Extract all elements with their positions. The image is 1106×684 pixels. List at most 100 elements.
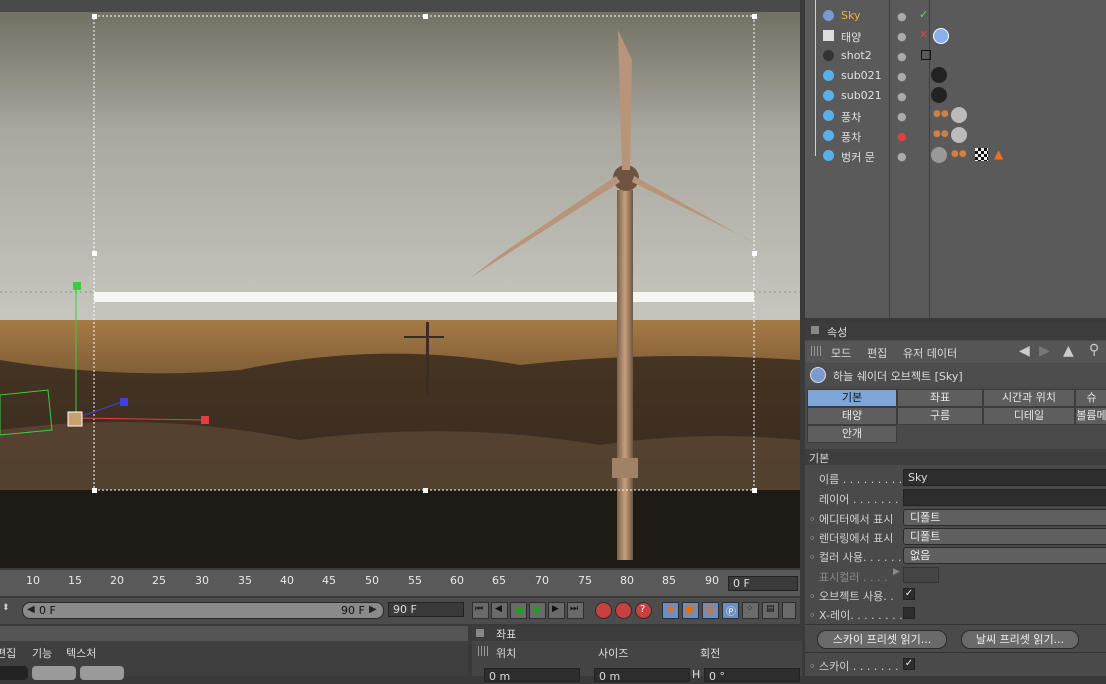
display-color-swatch[interactable] [903, 567, 939, 583]
scale-key-button[interactable] [682, 602, 699, 619]
panel-grip-icon[interactable] [811, 326, 819, 334]
material-swatch[interactable] [32, 666, 76, 680]
ruler-tick: 50 [365, 574, 379, 587]
goto-start-button[interactable]: ⏮ [472, 602, 489, 619]
tab-basic[interactable]: 기본 [807, 389, 897, 407]
forward-arrow-icon[interactable]: ▶ [1039, 343, 1050, 359]
object-row-sky[interactable]: Sky ● ✓ [805, 6, 1106, 26]
polygon-icon [823, 150, 834, 161]
material-tag-icon[interactable] [931, 147, 947, 163]
load-sky-preset-button[interactable]: 스카이 프리셋 읽기... [817, 630, 947, 649]
render-visible-dropdown[interactable]: 디폴트 [903, 528, 1106, 545]
tab-coord[interactable]: 좌표 [897, 389, 983, 407]
expand-arrow-icon[interactable]: ▶ [893, 567, 900, 577]
material-tag-icon[interactable] [931, 67, 947, 83]
visibility-dot-icon[interactable]: ● [897, 70, 907, 83]
rotate-key-button[interactable] [702, 602, 719, 619]
pla-key-button[interactable]: ⁘ [742, 602, 759, 619]
material-tag-icon[interactable] [951, 127, 967, 143]
visibility-dot-icon[interactable]: ● [897, 130, 907, 143]
menu-edit[interactable]: 편집 [0, 645, 16, 661]
play-backward-button[interactable]: ◀ [510, 602, 527, 619]
tab-more[interactable]: 슈 [1075, 389, 1106, 407]
color-use-dropdown[interactable]: 없음 [903, 547, 1106, 564]
visibility-dot-icon[interactable]: ● [897, 10, 907, 23]
prev-key-button[interactable]: ◀ [491, 602, 508, 619]
move-key-button[interactable]: ✥ [662, 602, 679, 619]
menu-texture[interactable]: 텍스처 [66, 645, 96, 661]
object-row-sub021[interactable]: sub021 ● [805, 66, 1106, 86]
key-interpolation-button[interactable]: ▤ [762, 602, 779, 619]
material-tag-icon[interactable] [951, 107, 967, 123]
material-swatch[interactable] [80, 666, 124, 680]
use-object-row: ◦ 오브젝트 사용. . [809, 590, 894, 603]
object-name: sub021 [841, 89, 882, 102]
play-forward-button[interactable]: ▶ [529, 602, 546, 619]
object-row-sun[interactable]: 태양 ● ✕ [805, 26, 1106, 46]
uvw-tag-icon[interactable]: ●● [933, 109, 949, 119]
material-swatch[interactable] [0, 666, 28, 680]
menu-edit[interactable]: 편집 [867, 345, 887, 361]
timeline-ruler[interactable]: 10 15 20 25 30 35 40 45 50 55 60 65 70 7… [0, 570, 800, 596]
menu-mode[interactable]: 모드 [831, 345, 851, 361]
material-tag-icon[interactable] [931, 87, 947, 103]
range-right-arrow-icon: ▶ [369, 604, 377, 615]
enabled-check-icon[interactable]: ✓ [919, 8, 928, 21]
next-key-button[interactable]: ▶ [548, 602, 565, 619]
checker-tag-icon[interactable] [975, 148, 988, 161]
key-selection-button[interactable]: ? [635, 602, 652, 619]
visibility-dot-icon[interactable]: ● [897, 110, 907, 123]
tab-clouds[interactable]: 구름 [897, 407, 983, 425]
x-position-field[interactable]: 0 m [484, 668, 580, 683]
tab-time-location[interactable]: 시간과 위치 [983, 389, 1075, 407]
object-title: 하늘 쉐이더 오브젝트 [Sky] [833, 370, 963, 383]
load-weather-preset-button[interactable]: 날씨 프리셋 읽기... [961, 630, 1079, 649]
back-arrow-icon[interactable]: ◀ [1019, 343, 1030, 359]
object-row-windmill[interactable]: 풍차 ● ●● [805, 106, 1106, 126]
visibility-dot-icon[interactable]: ● [897, 30, 907, 43]
attribute-header: 속성 [805, 322, 1106, 340]
heading-rotation-field[interactable]: 0 ° [704, 668, 800, 683]
object-row-windmill[interactable]: 풍차 ● ●● [805, 126, 1106, 146]
tab-sun[interactable]: 태양 [807, 407, 897, 425]
goto-end-button[interactable]: ⏭ [567, 602, 584, 619]
frame-range-slider[interactable]: ◀ 0 F 90 F ▶ [22, 602, 384, 619]
coordinate-header: 좌표 [472, 626, 802, 641]
end-frame-field[interactable]: 90 F [388, 602, 464, 617]
tab-volumetric[interactable]: 볼륨메 [1075, 407, 1106, 425]
visibility-dot-icon[interactable]: ● [897, 90, 907, 103]
auto-key-button[interactable] [615, 602, 632, 619]
warning-triangle-icon[interactable]: ▲ [994, 147, 1003, 161]
range-end-value: 90 F [341, 604, 365, 617]
tab-fog[interactable]: 안개 [807, 425, 897, 443]
xray-checkbox[interactable] [903, 607, 915, 619]
current-frame-field[interactable]: 0 F [728, 576, 798, 591]
x-size-field[interactable]: 0 m [594, 668, 690, 683]
target-tag-icon[interactable] [921, 50, 931, 60]
sun-expression-tag-icon[interactable] [933, 28, 949, 44]
name-field[interactable]: Sky [903, 469, 1106, 486]
panel-grip-icon[interactable] [476, 629, 484, 637]
object-row-shot2[interactable]: shot2 ● [805, 46, 1106, 66]
3d-viewport[interactable] [0, 0, 800, 568]
tab-detail[interactable]: 디테일 [983, 407, 1075, 425]
stepper-icon[interactable]: ⬍ [2, 603, 10, 613]
parameter-key-button[interactable]: Ⓟ [722, 602, 739, 619]
sky-checkbox[interactable]: ✓ [903, 658, 915, 670]
use-object-checkbox[interactable]: ✓ [903, 588, 915, 600]
uvw-tag-icon[interactable]: ●● [951, 149, 967, 159]
search-icon[interactable]: ⚲ [1089, 342, 1099, 358]
timeline-overflow-button[interactable] [782, 602, 796, 619]
up-arrow-icon[interactable]: ▲ [1063, 343, 1074, 359]
uvw-tag-icon[interactable]: ●● [933, 129, 949, 139]
object-row-sub021[interactable]: sub021 ● [805, 86, 1106, 106]
record-key-button[interactable] [595, 602, 612, 619]
disabled-cross-icon[interactable]: ✕ [919, 28, 928, 41]
visibility-dot-icon[interactable]: ● [897, 150, 907, 163]
menu-function[interactable]: 기능 [32, 645, 52, 661]
menu-user-data[interactable]: 유저 데이터 [903, 345, 957, 361]
visibility-dot-icon[interactable]: ● [897, 50, 907, 63]
layer-field[interactable] [903, 489, 1106, 506]
object-row-bunker-door[interactable]: 벙커 문 ● ●● ▲ [805, 146, 1106, 166]
editor-visible-dropdown[interactable]: 디폴트 [903, 509, 1106, 526]
